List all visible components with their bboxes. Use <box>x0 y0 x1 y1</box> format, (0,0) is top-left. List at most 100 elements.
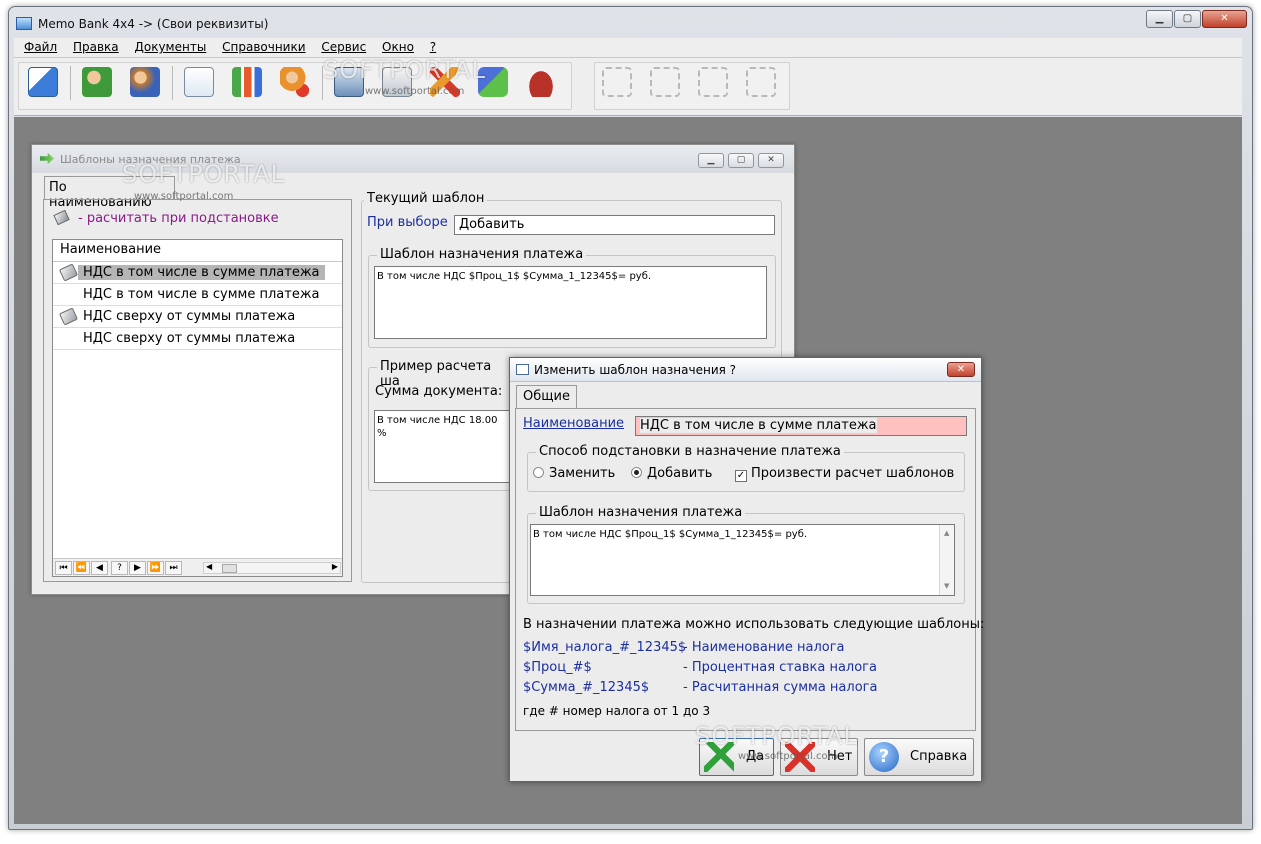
template-info-text: В назначении платежа можно использовать … <box>523 617 985 632</box>
dialog-close-button[interactable]: ✕ <box>947 362 975 377</box>
tb-edit-button[interactable] <box>24 64 62 100</box>
calc-tag-icon <box>58 307 79 326</box>
toolbar <box>14 58 1242 116</box>
maximize-button[interactable]: ▢ <box>1174 10 1201 28</box>
forward-icon <box>602 67 632 97</box>
scroll-up-icon[interactable]: ▲ <box>944 527 949 540</box>
nav-next-button[interactable]: ▶ <box>129 561 146 575</box>
tb-copy-button[interactable] <box>646 64 684 100</box>
menu-service[interactable]: Сервис <box>321 38 366 54</box>
tb-user-delete-button[interactable] <box>276 64 314 100</box>
template-text-memo[interactable]: В том числе НДС $Проц_1$ $Сумма_1_12345$… <box>374 266 767 339</box>
documents-icon <box>184 67 214 97</box>
templates-window-controls: ▁ ▢ ✕ <box>694 153 784 168</box>
menu-edit[interactable]: Правка <box>73 38 119 54</box>
watermark-url: www.softportal.com <box>738 751 838 762</box>
tb-wallet-button[interactable] <box>522 64 560 100</box>
table-row[interactable]: НДС сверху от суммы платежа <box>53 328 342 350</box>
radio-add[interactable]: Добавить <box>631 466 712 481</box>
menu-bar: Файл Правка Документы Справочники Сервис… <box>14 38 1242 58</box>
name-label: Наименование <box>523 416 625 431</box>
name-field[interactable]: НДС в том числе в сумме платежа <box>635 416 967 436</box>
menu-help[interactable]: ? <box>430 38 436 54</box>
grid-header-name[interactable]: Наименование <box>53 240 342 262</box>
hint-desc-tax-name: - Наименование налога <box>683 640 845 655</box>
watermark-brand: SOFTPORTAL <box>695 722 859 750</box>
minimize-button[interactable]: ▁ <box>1146 10 1173 28</box>
bar-chart-icon <box>232 67 262 97</box>
scroll-right-icon[interactable]: ▶ <box>332 562 338 571</box>
on-select-label: При выборе <box>367 215 448 230</box>
dialog-caption: Изменить шаблон назначения ? ✕ <box>510 358 981 382</box>
nav-first-button[interactable]: ⏮ <box>55 561 72 575</box>
window-title: Memo Bank 4x4 -> (Свои реквизиты) <box>16 12 268 36</box>
tb-contacts-button[interactable] <box>78 64 116 100</box>
contact-card-icon <box>82 67 112 97</box>
dialog-window-icon <box>516 364 529 375</box>
horizontal-scrollbar[interactable]: ◀ ▶ <box>203 562 341 574</box>
templates-minimize-button[interactable]: ▁ <box>698 153 724 168</box>
dialog-template-memo[interactable]: В том числе НДС $Проц_1$ $Сумма_1_12345$… <box>530 524 955 596</box>
scroll-left-icon[interactable]: ◀ <box>206 562 212 571</box>
menu-documents[interactable]: Документы <box>134 38 206 54</box>
vertical-scrollbar[interactable]: ▲ ▼ <box>939 525 954 595</box>
tb-users-button[interactable] <box>126 64 164 100</box>
hint-code-tax-name: $Имя_налога_#_12345$ <box>523 640 687 655</box>
templates-close-button[interactable]: ✕ <box>758 153 784 168</box>
toolbar-separator <box>70 66 71 100</box>
tb-chart-button[interactable] <box>228 64 266 100</box>
radio-add-indicator[interactable] <box>631 467 642 478</box>
grid-navigator: ⏮ ⏪ ◀ ? ▶ ⏩ ⏭ ◀ ▶ <box>53 558 342 576</box>
checkbox-calc-indicator[interactable]: ✓ <box>735 470 747 482</box>
cancel-icon <box>746 67 776 97</box>
doc-sum-label: Сумма документа: <box>375 384 503 399</box>
tb-documents-button[interactable] <box>180 64 218 100</box>
radio-replace[interactable]: Заменить <box>533 466 615 481</box>
menu-file[interactable]: Файл <box>24 38 57 54</box>
table-row[interactable]: НДС в том числе в сумме платежа <box>53 262 342 284</box>
help-icon: ? <box>869 742 899 772</box>
users-icon <box>130 67 160 97</box>
checkbox-calc-templates[interactable]: ✓ Произвести расчет шаблонов <box>735 466 954 482</box>
tb-pen-button[interactable] <box>694 64 732 100</box>
tb-cancel-button[interactable] <box>742 64 780 100</box>
hint-desc-sum: - Расчитанная сумма налога <box>683 680 878 695</box>
on-select-field[interactable]: Добавить <box>454 215 775 235</box>
templates-maximize-button[interactable]: ▢ <box>728 153 754 168</box>
scroll-thumb[interactable] <box>222 564 237 573</box>
nav-next-page-button[interactable]: ⏩ <box>147 561 164 575</box>
table-row[interactable]: НДС в том числе в сумме платежа <box>53 284 342 306</box>
nav-search-button[interactable]: ? <box>111 561 128 575</box>
pen-icon <box>698 67 728 97</box>
calc-tag-icon <box>58 263 79 282</box>
tb-forward-button[interactable] <box>598 64 636 100</box>
scroll-down-icon[interactable]: ▼ <box>944 580 949 593</box>
app-icon <box>16 17 32 30</box>
tab-general[interactable]: Общие <box>516 385 577 409</box>
radio-replace-indicator[interactable] <box>533 467 544 478</box>
nav-last-button[interactable]: ⏭ <box>165 561 182 575</box>
watermark-url: www.softportal.com <box>134 191 234 202</box>
hint-desc-percent: - Процентная ставка налога <box>683 660 877 675</box>
tax-number-footnote: где # номер налога от 1 до 3 <box>523 704 711 718</box>
edit-document-icon <box>28 67 58 97</box>
copy-icon <box>650 67 680 97</box>
watermark-url: www.softportal.com <box>365 86 465 97</box>
table-row[interactable]: НДС сверху от суммы платежа <box>53 306 342 328</box>
calc-hint: - расчитать при подстановке <box>78 211 279 226</box>
toolbar-separator <box>172 66 173 100</box>
example-memo[interactable]: В том числе НДС 18.00 % <box>374 410 510 483</box>
menu-directories[interactable]: Справочники <box>222 38 305 54</box>
watermark-brand: SOFTPORTAL <box>122 160 286 188</box>
menu-window[interactable]: Окно <box>382 38 414 54</box>
nav-prev-button[interactable]: ◀ <box>91 561 108 575</box>
templates-grid[interactable]: Наименование НДС в том числе в сумме пла… <box>52 239 343 577</box>
dialog-title: Изменить шаблон назначения ? <box>534 363 737 377</box>
user-delete-icon <box>280 67 310 97</box>
hint-code-percent: $Проц_#$ <box>523 660 592 675</box>
close-button[interactable]: ✕ <box>1202 10 1247 28</box>
hint-code-sum: $Сумма_#_12345$ <box>523 680 650 695</box>
help-button[interactable]: ? Справка <box>864 738 974 776</box>
nav-prev-page-button[interactable]: ⏪ <box>73 561 90 575</box>
wallet-icon <box>526 67 556 97</box>
